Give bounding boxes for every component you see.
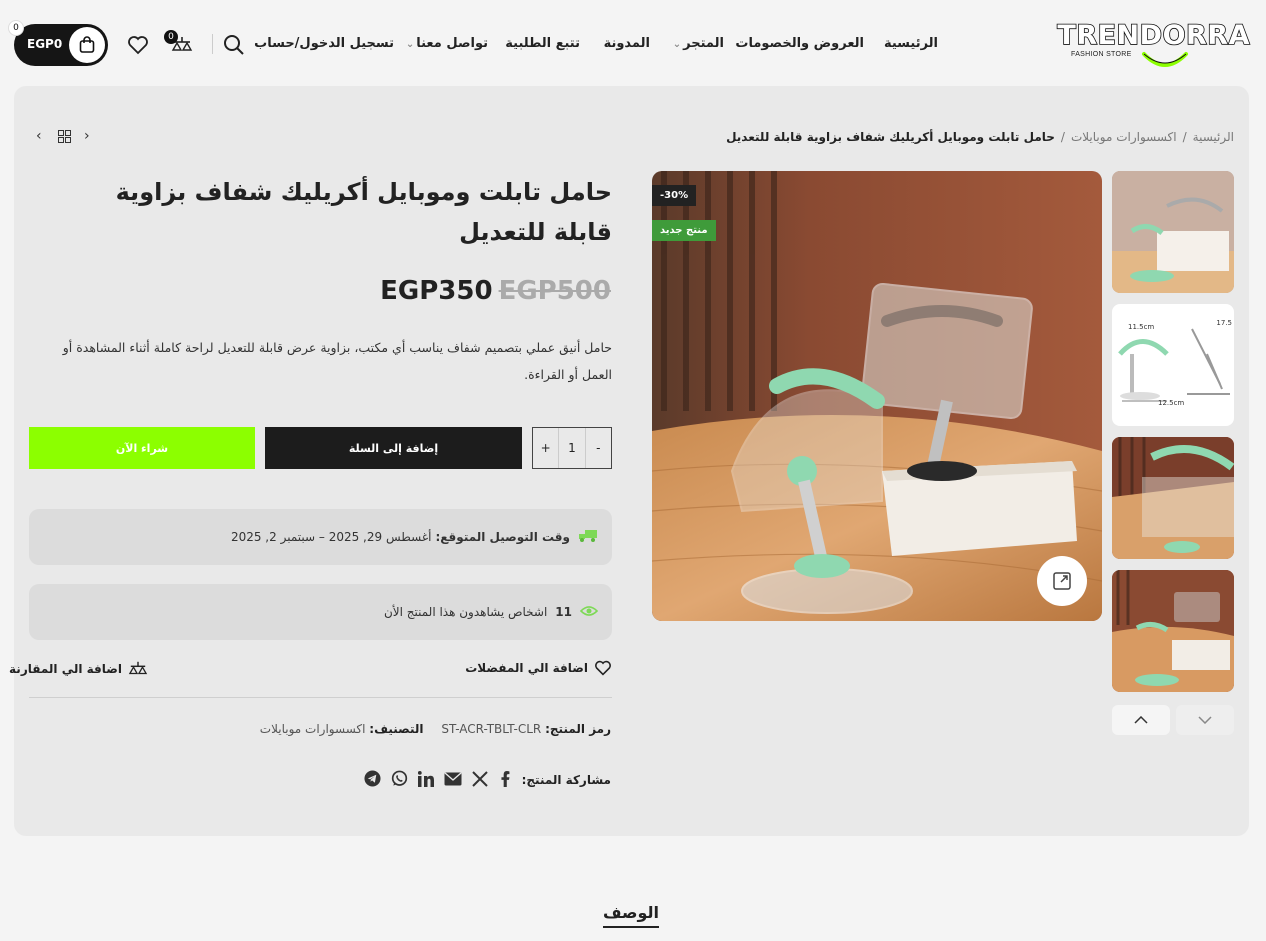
facebook-icon[interactable] (498, 770, 512, 790)
new-product-badge: منتج جديد (652, 220, 716, 241)
eye-icon (579, 605, 599, 620)
wishlist-label: اضافة الي المفضلات (465, 661, 588, 675)
thumbnail-4[interactable] (1112, 570, 1234, 692)
dimension-base: 12.5cm (1158, 399, 1185, 407)
price-old: EGP500 (498, 276, 611, 306)
breadcrumb-home[interactable]: الرئيسية (1193, 130, 1234, 144)
chevron-down-icon: ⌄ (405, 39, 415, 50)
search-icon[interactable] (222, 33, 246, 57)
thumbnail-3[interactable] (1112, 437, 1234, 559)
discount-badge: -30% (652, 185, 697, 206)
breadcrumb-category[interactable]: اكسسوارات موبايلات (1071, 130, 1177, 144)
thumbnail-down-chevron-icon[interactable] (1176, 705, 1234, 735)
share-label: مشاركة المنتج: (521, 773, 611, 787)
thumbnail-up-chevron-icon[interactable] (1112, 705, 1170, 735)
telegram-icon[interactable] (364, 770, 381, 790)
breadcrumb-current: حامل تابلت وموبايل أكريليك شفاف بزاوية ق… (726, 130, 1055, 144)
qty-plus-button[interactable]: + (533, 428, 558, 468)
thumbnail-photo (1112, 437, 1234, 559)
viewers-text: اشخاص يشاهدون هذا المنتج الأن (383, 605, 548, 619)
wishlist-heart-icon[interactable] (126, 33, 150, 57)
compare-scale-icon (128, 661, 148, 675)
thumbnail-photo (1112, 171, 1234, 293)
dimension-height: 17.5 (1216, 319, 1232, 327)
price-new: EGP350 (380, 276, 493, 306)
truck-icon (578, 529, 598, 546)
sku-label: رمز المنتج: (545, 722, 611, 736)
cart-count-badge: 0 (8, 20, 24, 36)
delivery-label: وقت التوصيل المتوقع: (435, 530, 570, 544)
zoom-expand-icon[interactable] (1037, 556, 1087, 606)
compare-label: اضافة الي المقارنة (9, 662, 122, 676)
delivery-value: أغسطس 29, 2025 – سبتمبر 2, 2025 (230, 530, 432, 544)
viewers-count: 11 (555, 605, 572, 619)
nav-contact-label: تواصل معنا (416, 36, 488, 51)
section-divider (29, 697, 612, 698)
brand-logo[interactable]: TRENDORRA FASHION STORE (1057, 19, 1250, 68)
tab-description[interactable]: الوصف (603, 903, 660, 928)
cart-button[interactable]: EGP0 0 (8, 20, 108, 66)
shopping-bag-icon (69, 27, 105, 63)
nav-login[interactable]: تسجيل الدخول/حساب (254, 36, 394, 51)
delivery-estimate: وقت التوصيل المتوقع: أغسطس 29, 2025 – سب… (29, 509, 612, 565)
thumbnail-photo (1112, 570, 1234, 692)
whatsapp-icon[interactable] (391, 770, 408, 790)
category-label: التصنيف: (369, 722, 424, 736)
product-main-image[interactable]: -30% منتج جديد (652, 171, 1102, 621)
compare-count-badge: 0 (164, 30, 178, 44)
linkedin-icon[interactable] (417, 770, 434, 790)
logo-smile-icon (1142, 52, 1188, 67)
live-viewers: 11 اشخاص يشاهدون هذا المنتج الأن (29, 584, 612, 640)
nav-home[interactable]: الرئيسية (884, 36, 938, 51)
product-title: حامل تابلت وموبايل أكريليك شفاف بزاوية ق… (115, 178, 612, 246)
email-icon[interactable] (444, 771, 462, 789)
brand-tagline: FASHION STORE (1071, 51, 1132, 58)
add-to-compare-button[interactable]: اضافة الي المقارنة (9, 660, 148, 678)
sku-value: ST-ACR-TBLT-CLR (441, 722, 542, 736)
brand-wordmark: TRENDORRA (1057, 19, 1251, 52)
cart-total: EGP0 (27, 37, 63, 51)
site-header: TRENDORRA FASHION STORE الرئيسية العروض … (0, 0, 1266, 86)
dimension-width: 11.5cm (1128, 323, 1155, 331)
prev-product-chevron-icon[interactable]: ‹ (36, 128, 42, 144)
breadcrumb: الرئيسية/اكسسوارات موبايلات/حامل تابلت و… (726, 130, 1234, 144)
qty-minus-button[interactable]: - (584, 428, 611, 468)
product-photo (652, 171, 1102, 621)
next-product-chevron-icon[interactable]: › (84, 128, 90, 144)
thumbnail-1[interactable] (1112, 171, 1234, 293)
nav-blog[interactable]: المدونة (604, 36, 650, 51)
product-description: حامل أنيق عملي بتصميم شفاف يناسب أي مكتب… (62, 340, 612, 382)
nav-offers[interactable]: العروض والخصومات (735, 36, 864, 51)
category-value[interactable]: اكسسوارات موبايلات (260, 722, 366, 736)
qty-input[interactable]: 1 (558, 428, 584, 468)
grid-icon[interactable] (58, 130, 71, 147)
share-row: مشاركة المنتج: (364, 770, 611, 790)
product-meta: رمز المنتج: ST-ACR-TBLT-CLR التصنيف: اكس… (260, 722, 611, 736)
add-to-wishlist-button[interactable]: اضافة الي المفضلات (465, 660, 612, 676)
nav-contact[interactable]: ⌄ تواصل معنا (406, 36, 488, 51)
nav-shop-label: المتجر (683, 36, 724, 51)
add-to-cart-button[interactable]: إضافة إلى السلة (265, 427, 522, 469)
x-twitter-icon[interactable] (471, 770, 488, 790)
product-price: EGP350 EGP500 (380, 276, 611, 306)
buy-now-button[interactable]: شراء الآن (29, 427, 255, 469)
nav-shop[interactable]: ⌄ المتجر (673, 36, 724, 51)
quantity-stepper: + 1 - (532, 427, 612, 469)
header-divider (212, 34, 213, 54)
chevron-down-icon: ⌄ (672, 39, 682, 50)
nav-track-order[interactable]: تتبع الطلبية (505, 36, 580, 51)
heart-icon (595, 660, 611, 676)
thumbnail-2[interactable]: 11.5cm 17.5 12.5cm (1112, 304, 1234, 426)
